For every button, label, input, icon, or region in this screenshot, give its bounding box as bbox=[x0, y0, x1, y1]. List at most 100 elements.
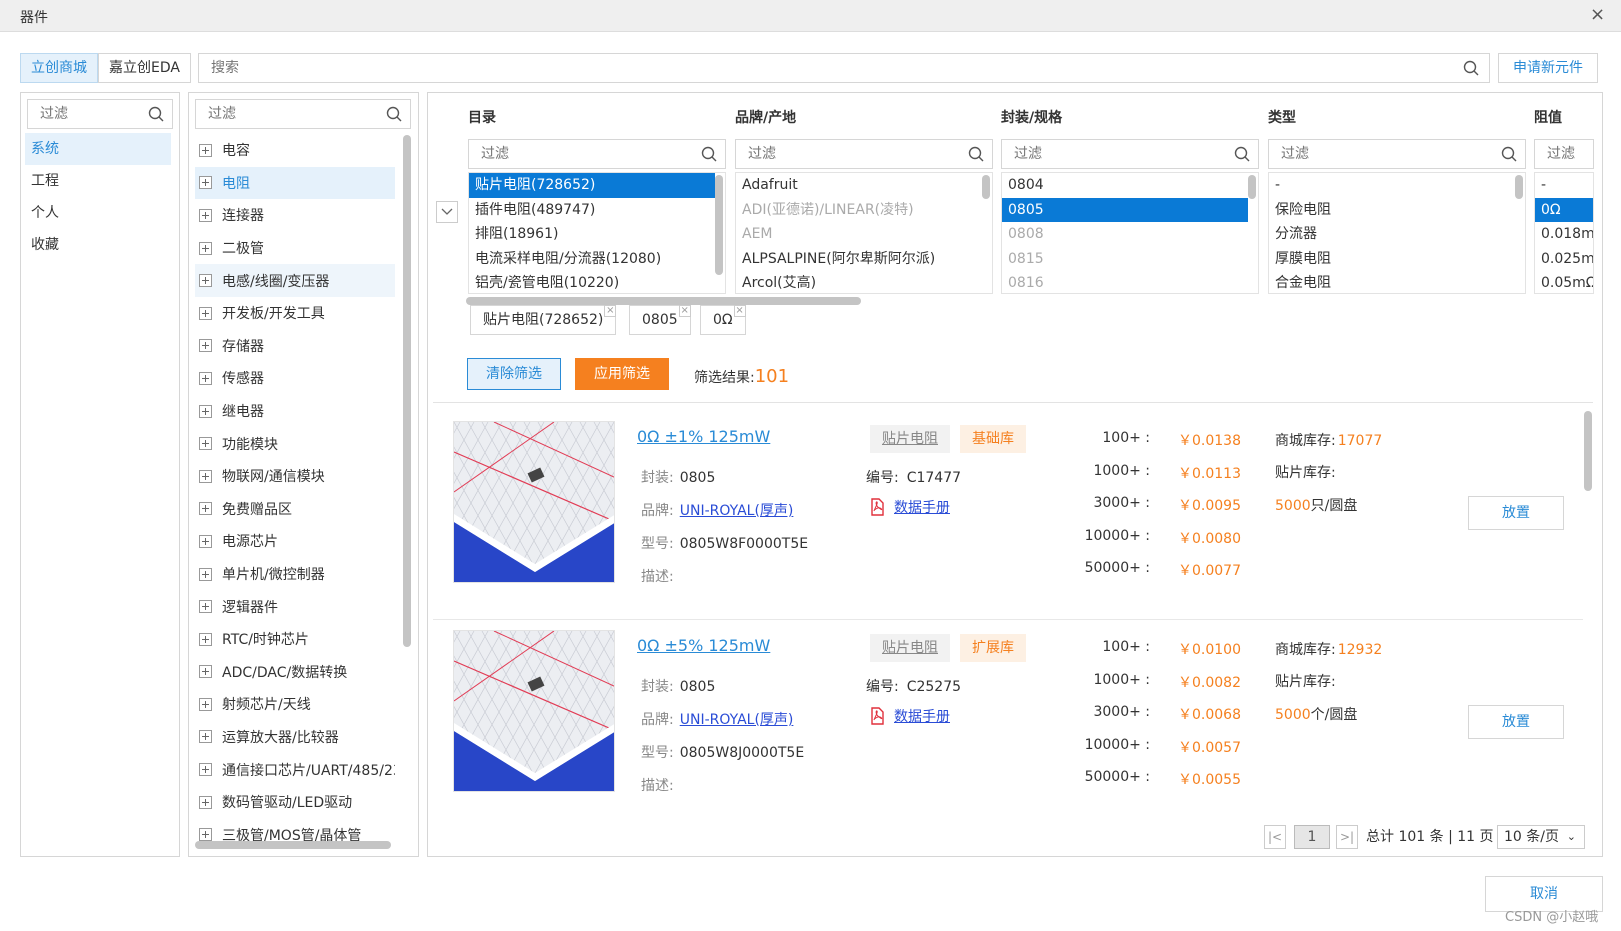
filter-option[interactable]: 合金电阻 bbox=[1269, 271, 1515, 293]
new-part-button[interactable]: 申请新元件 bbox=[1498, 53, 1598, 83]
product-vscroll[interactable] bbox=[1584, 411, 1592, 491]
search-icon[interactable] bbox=[701, 146, 717, 162]
place-button[interactable]: 放置 bbox=[1468, 496, 1564, 530]
expand-icon[interactable] bbox=[199, 404, 212, 418]
category-item[interactable]: 电容 bbox=[195, 134, 395, 167]
filter-vscroll[interactable] bbox=[1248, 175, 1256, 199]
category-item[interactable]: 连接器 bbox=[195, 199, 395, 232]
filter-option[interactable]: 0808 bbox=[1002, 222, 1248, 247]
category-vscroll[interactable] bbox=[403, 135, 411, 647]
category-item[interactable]: 电阻 bbox=[195, 166, 395, 200]
remove-chip-icon[interactable]: × bbox=[678, 305, 691, 317]
category-item[interactable]: 逻辑器件 bbox=[195, 590, 395, 623]
category-item[interactable]: 开发板/开发工具 bbox=[195, 297, 395, 330]
category-item[interactable]: ADC/DAC/数据转换 bbox=[195, 656, 395, 689]
search-icon[interactable] bbox=[148, 106, 164, 122]
category-item[interactable]: 射频芯片/天线 bbox=[195, 688, 395, 721]
category-item[interactable]: 运算放大器/比较器 bbox=[195, 721, 395, 754]
remove-chip-icon[interactable]: × bbox=[733, 305, 746, 317]
category-hscroll[interactable] bbox=[195, 841, 391, 849]
expand-icon[interactable] bbox=[199, 274, 212, 288]
filter-option[interactable]: 0.018mΩ bbox=[1535, 222, 1593, 247]
filter-option[interactable]: 分流器 bbox=[1269, 222, 1515, 247]
search-icon[interactable] bbox=[968, 146, 984, 162]
column-filter-input[interactable] bbox=[1269, 140, 1474, 168]
product-brand-value[interactable]: UNI-ROYAL(厚声) bbox=[680, 712, 794, 728]
expand-icon[interactable] bbox=[199, 241, 212, 255]
expand-icon[interactable] bbox=[199, 632, 212, 646]
chevron-down-icon[interactable] bbox=[436, 201, 458, 223]
filter-option[interactable]: ADI(亚德诺)/LINEAR(凌特) bbox=[736, 198, 982, 223]
category-item[interactable]: 免费赠品区 bbox=[195, 493, 395, 526]
page-number[interactable]: 1 bbox=[1294, 825, 1330, 849]
expand-icon[interactable] bbox=[199, 795, 212, 809]
tab-lcsc[interactable]: 立创商城 bbox=[20, 53, 98, 83]
expand-icon[interactable] bbox=[199, 763, 212, 777]
filter-option[interactable]: 0815 bbox=[1002, 247, 1248, 272]
close-icon[interactable]: × bbox=[1590, 4, 1605, 25]
last-page-button[interactable]: >| bbox=[1336, 825, 1358, 849]
apply-filter-button[interactable]: 应用筛选 bbox=[575, 358, 669, 390]
category-item[interactable]: 单片机/微控制器 bbox=[195, 558, 395, 591]
product-title-link[interactable]: 0Ω ±1% 125mW bbox=[637, 427, 770, 446]
column-filter-input[interactable] bbox=[736, 140, 941, 168]
filter-hscroll[interactable] bbox=[466, 297, 861, 305]
search-icon[interactable] bbox=[1234, 146, 1250, 162]
filter-option[interactable]: 0804 bbox=[1002, 173, 1248, 198]
filter-option[interactable]: 铝壳/瓷管电阻(10220) bbox=[469, 271, 715, 293]
expand-icon[interactable] bbox=[199, 600, 212, 614]
product-title-link[interactable]: 0Ω ±5% 125mW bbox=[637, 636, 770, 655]
column-filter-input[interactable] bbox=[1002, 140, 1207, 168]
category-item[interactable]: 存储器 bbox=[195, 330, 395, 363]
product-brand-value[interactable]: UNI-ROYAL(厚声) bbox=[680, 503, 794, 519]
expand-icon[interactable] bbox=[199, 371, 212, 385]
category-tag[interactable]: 贴片电阻 bbox=[870, 425, 950, 453]
library-item-project[interactable]: 工程 bbox=[25, 165, 171, 197]
category-item[interactable]: 电源芯片 bbox=[195, 525, 395, 558]
search-icon[interactable] bbox=[1501, 146, 1517, 162]
library-item-system[interactable]: 系统 bbox=[25, 133, 171, 165]
first-page-button[interactable]: |< bbox=[1264, 825, 1286, 849]
category-item[interactable]: 传感器 bbox=[195, 362, 395, 395]
filter-option[interactable]: 插件电阻(489747) bbox=[469, 198, 715, 223]
expand-icon[interactable] bbox=[199, 697, 212, 711]
search-input[interactable] bbox=[199, 54, 1429, 82]
category-item[interactable]: 物联网/通信模块 bbox=[195, 460, 395, 493]
filter-vscroll[interactable] bbox=[982, 175, 990, 199]
library-item-favorites[interactable]: 收藏 bbox=[25, 229, 171, 261]
category-item[interactable]: RTC/时钟芯片 bbox=[195, 623, 395, 656]
expand-icon[interactable] bbox=[199, 469, 212, 483]
library-item-personal[interactable]: 个人 bbox=[25, 197, 171, 229]
category-item[interactable]: 通信接口芯片/UART/485/232 bbox=[195, 753, 395, 786]
category-item[interactable]: 功能模块 bbox=[195, 427, 395, 460]
library-filter-input[interactable] bbox=[28, 100, 144, 128]
filter-vscroll[interactable] bbox=[1515, 175, 1523, 199]
tab-jlceda[interactable]: 嘉立创EDA bbox=[98, 53, 191, 83]
filter-option[interactable]: - bbox=[1269, 173, 1515, 198]
datasheet-link[interactable]: 数据手册 bbox=[868, 497, 950, 517]
expand-icon[interactable] bbox=[199, 339, 212, 353]
column-filter-input[interactable] bbox=[1535, 140, 1582, 168]
category-item[interactable]: 电感/线圈/变压器 bbox=[195, 264, 395, 297]
clear-filter-button[interactable]: 清除筛选 bbox=[467, 358, 561, 390]
expand-icon[interactable] bbox=[199, 143, 212, 157]
filter-option[interactable]: - bbox=[1535, 173, 1593, 198]
expand-icon[interactable] bbox=[199, 665, 212, 679]
filter-option[interactable]: AEM bbox=[736, 222, 982, 247]
expand-icon[interactable] bbox=[199, 534, 212, 548]
filter-option[interactable]: 0Ω bbox=[1535, 197, 1593, 223]
expand-icon[interactable] bbox=[199, 502, 212, 516]
search-icon[interactable] bbox=[1463, 60, 1479, 76]
filter-option[interactable]: 0816 bbox=[1002, 271, 1248, 293]
place-button[interactable]: 放置 bbox=[1468, 705, 1564, 739]
remove-chip-icon[interactable]: × bbox=[604, 305, 617, 317]
filter-option[interactable]: Adafruit bbox=[736, 173, 982, 198]
filter-option[interactable]: ALPSALPINE(阿尔卑斯阿尔派) bbox=[736, 247, 982, 272]
datasheet-link[interactable]: 数据手册 bbox=[868, 706, 950, 726]
category-filter-input[interactable] bbox=[196, 100, 368, 128]
category-item[interactable]: 二极管 bbox=[195, 232, 395, 265]
filter-option[interactable]: 保险电阻 bbox=[1269, 198, 1515, 223]
filter-option[interactable]: 0.05mΩ bbox=[1535, 271, 1593, 293]
filter-option[interactable]: Arcol(艾高) bbox=[736, 271, 982, 293]
filter-vscroll[interactable] bbox=[715, 175, 723, 275]
